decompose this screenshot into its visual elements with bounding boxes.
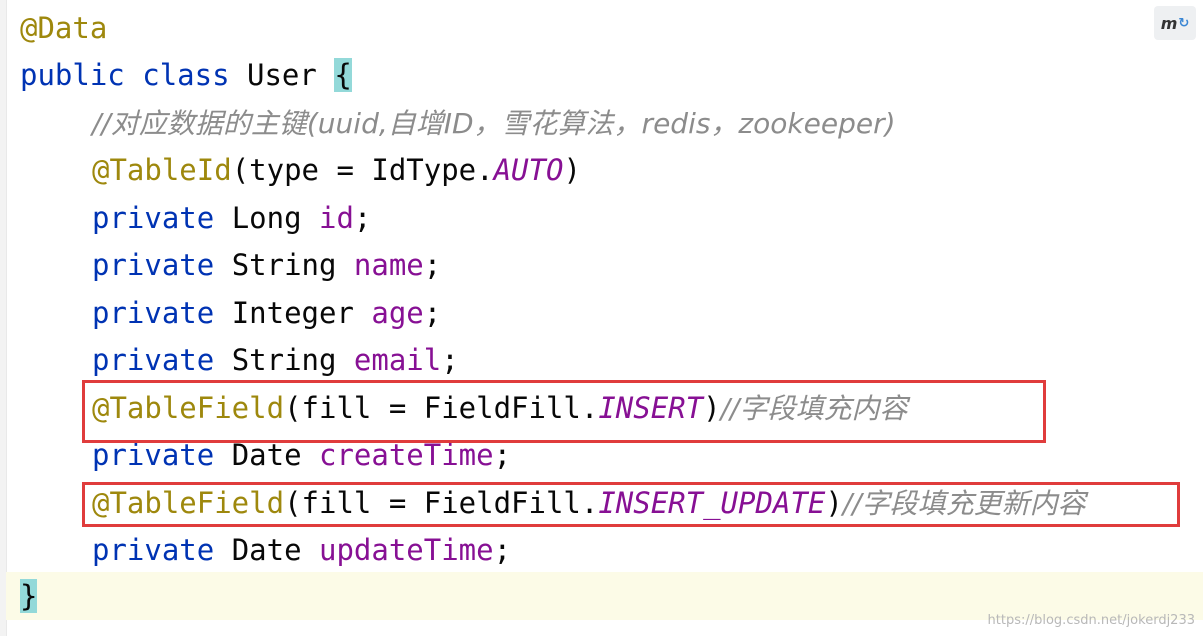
code-line-6[interactable]: private String name; [92, 241, 441, 289]
type-name: String [231, 343, 337, 377]
semicolon: ; [493, 533, 512, 567]
code-editor[interactable]: @Data public class User { //对应数据的主键(uuid… [0, 0, 1203, 636]
highlight-box-insert [82, 380, 1046, 443]
keyword-class: class [142, 58, 230, 92]
code-line-3[interactable]: //对应数据的主键(uuid,自增ID，雪花算法，redis，zookeeper… [92, 99, 896, 147]
field-id: id [319, 201, 354, 235]
semicolon: ; [423, 296, 442, 330]
keyword-private: private [92, 533, 215, 567]
keyword-private: private [92, 438, 215, 472]
code-line-4[interactable]: @TableId(type = IdType.AUTO) [92, 146, 581, 194]
semicolon: ; [423, 248, 442, 282]
close-paren: ) [563, 153, 581, 187]
keyword-private: private [92, 296, 215, 330]
type-name: Long [231, 201, 302, 235]
keyword-private: private [92, 248, 215, 282]
code-line-7[interactable]: private Integer age; [92, 289, 441, 337]
code-line-13[interactable]: } [20, 572, 38, 620]
annotation-args: (type = IdType. [231, 153, 494, 187]
type-name: Date [231, 438, 302, 472]
enum-constant-auto: AUTO [493, 153, 564, 187]
annotation-tableid: @TableId [92, 153, 232, 187]
keyword-private: private [92, 201, 215, 235]
keyword-public: public [20, 58, 125, 92]
field-age: age [371, 296, 424, 330]
field-createtime: createTime [319, 438, 494, 472]
highlight-box-insert-update [82, 482, 1180, 527]
comment-primary-key: //对应数据的主键(uuid,自增ID，雪花算法，redis，zookeeper… [92, 107, 896, 140]
keyword-private: private [92, 343, 215, 377]
field-updatetime: updateTime [319, 533, 494, 567]
type-name: Integer [231, 296, 354, 330]
maven-refresh-icon[interactable]: m ↻ [1154, 6, 1196, 40]
field-email: email [353, 343, 442, 377]
code-line-1[interactable]: @Data [20, 4, 107, 52]
annotation-data: @Data [20, 11, 108, 45]
type-name: Date [231, 533, 302, 567]
semicolon: ; [493, 438, 512, 472]
watermark: https://blog.csdn.net/jokerdj233 [987, 613, 1195, 628]
open-brace: { [334, 58, 352, 92]
class-name: User [247, 58, 317, 92]
gutter [0, 0, 7, 636]
close-brace: } [20, 579, 38, 613]
semicolon: ; [441, 343, 459, 377]
code-line-5[interactable]: private Long id; [92, 194, 371, 242]
type-name: String [231, 248, 337, 282]
code-line-8[interactable]: private String email; [92, 336, 459, 384]
code-line-2[interactable]: public class User { [20, 51, 352, 99]
field-name: name [353, 248, 424, 282]
semicolon: ; [353, 201, 372, 235]
code-line-12[interactable]: private Date updateTime; [92, 526, 511, 574]
